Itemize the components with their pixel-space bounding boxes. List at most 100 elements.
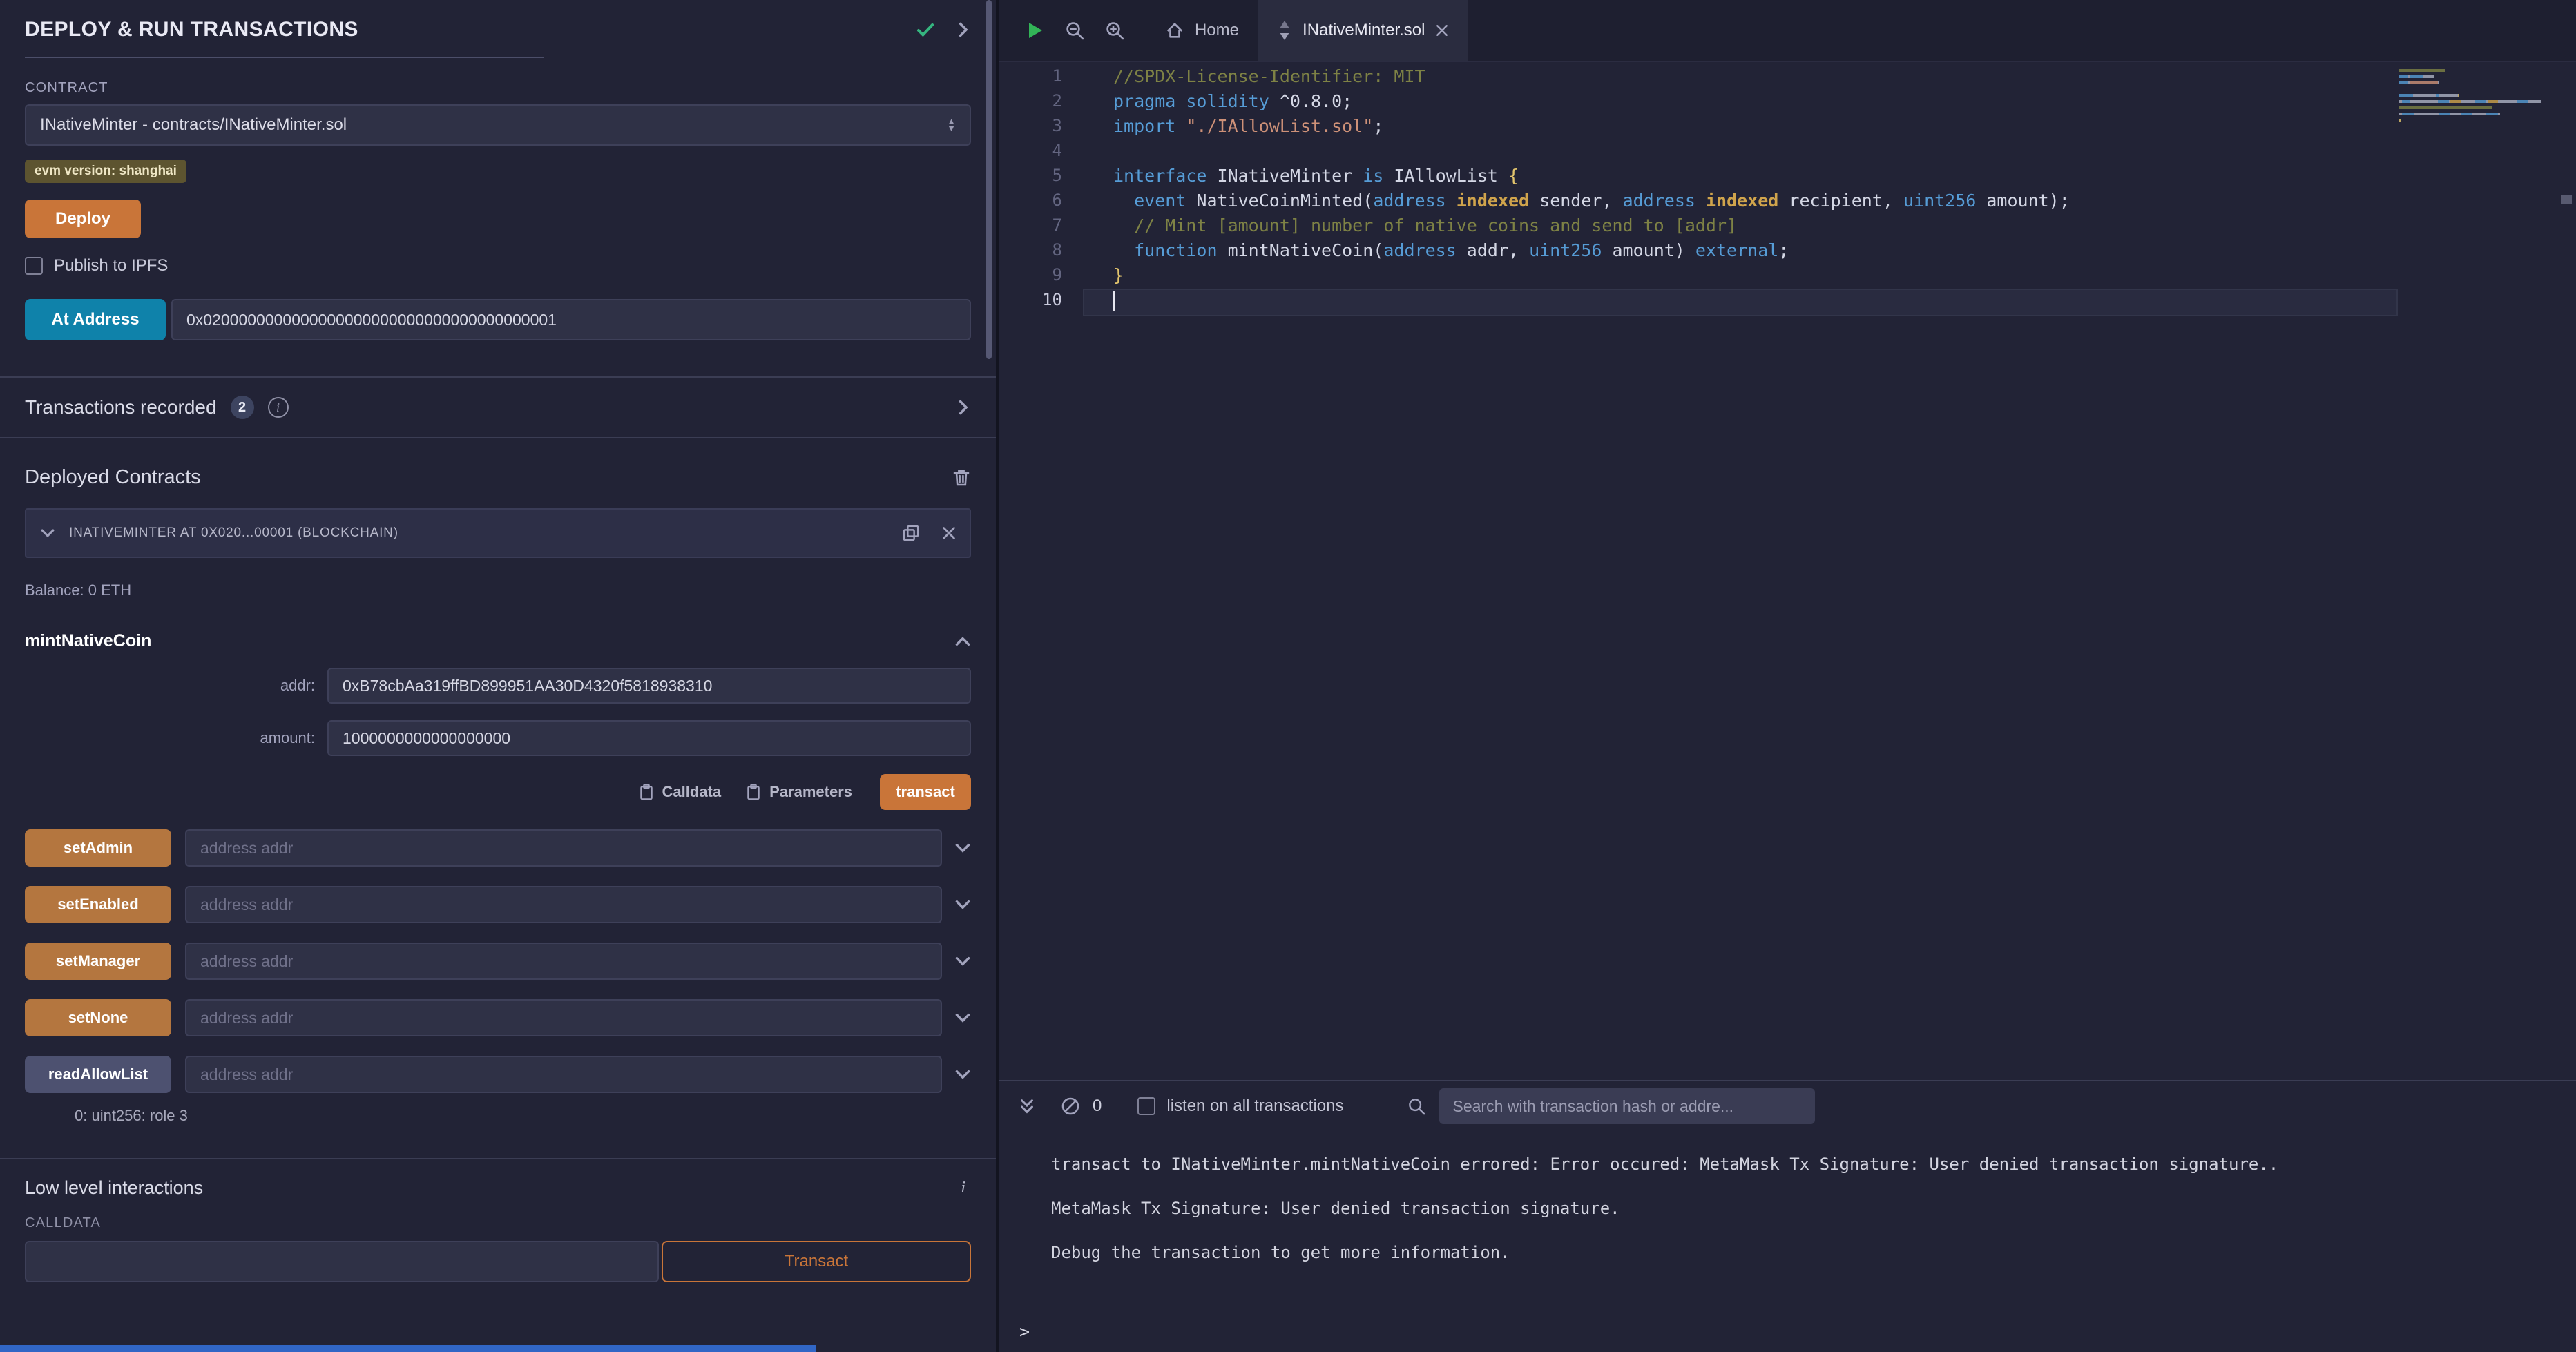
- terminal-log-line[interactable]: Debug the transaction to get more inform…: [1051, 1242, 2557, 1264]
- open-function-header[interactable]: mintNativeCoin: [25, 631, 971, 651]
- line-number: 5: [999, 166, 1084, 191]
- line-number: 10: [999, 290, 1084, 315]
- transactions-recorded-section[interactable]: Transactions recorded 2 i: [0, 376, 996, 438]
- code-line[interactable]: [1084, 290, 2396, 315]
- function-arg-input[interactable]: [185, 829, 942, 867]
- chevron-down-icon[interactable]: [954, 840, 971, 856]
- angle-double-down-icon[interactable]: [1018, 1097, 1036, 1115]
- instance-balance: Balance: 0 ETH: [25, 581, 971, 599]
- calldata-input[interactable]: [25, 1241, 659, 1282]
- chevron-right-icon[interactable]: [954, 399, 971, 416]
- chevron-up-icon[interactable]: [954, 633, 971, 650]
- function-actions-row: Calldata Parameters transact: [25, 774, 971, 810]
- param-label: amount:: [25, 729, 315, 747]
- chevron-down-icon[interactable]: [954, 1010, 971, 1026]
- circle-slash-icon[interactable]: [1061, 1097, 1080, 1116]
- publish-ipfs-row: Publish to IPFS: [25, 256, 971, 276]
- info-icon: i: [268, 397, 289, 418]
- deploy-button[interactable]: Deploy: [25, 200, 141, 238]
- info-icon: i: [961, 1179, 971, 1197]
- editor-gutter: 12345678910: [999, 66, 1084, 315]
- main-area: Home INativeMinter.sol 12345678910 //SPD…: [999, 0, 2576, 1352]
- line-number: 3: [999, 116, 1084, 141]
- clipboard-icon: [746, 784, 761, 800]
- panel-scrollbar-thumb[interactable]: [986, 0, 992, 359]
- tab-home[interactable]: Home: [1146, 0, 1258, 61]
- parameters-copy-action[interactable]: Parameters: [746, 783, 852, 801]
- editor-minimap[interactable]: [2399, 69, 2543, 131]
- code-line[interactable]: pragma solidity ^0.8.0;: [1084, 91, 2396, 116]
- function-arg-input[interactable]: [185, 886, 942, 923]
- low-level-transact-button[interactable]: Transact: [662, 1241, 971, 1282]
- run-script-play-icon[interactable]: [1026, 21, 1044, 40]
- param-input-addr[interactable]: [327, 668, 971, 704]
- function-row: setManager: [25, 943, 971, 980]
- trash-icon[interactable]: [952, 468, 971, 487]
- contract-label: CONTRACT: [25, 80, 971, 96]
- function-button[interactable]: setEnabled: [25, 886, 171, 923]
- code-line[interactable]: function mintNativeCoin(address addr, ui…: [1084, 240, 2396, 265]
- code-line[interactable]: import "./IAllowList.sol";: [1084, 116, 2396, 141]
- tab-home-label: Home: [1195, 21, 1239, 40]
- deployed-contracts-title: Deployed Contracts: [25, 466, 201, 489]
- code-line[interactable]: //SPDX-License-Identifier: MIT: [1084, 66, 2396, 91]
- code-line[interactable]: }: [1084, 265, 2396, 290]
- function-button[interactable]: setAdmin: [25, 829, 171, 867]
- code-line[interactable]: // Mint [amount] number of native coins …: [1084, 215, 2396, 240]
- chevron-right-icon[interactable]: [954, 21, 971, 38]
- panel-horizontal-scrollbar[interactable]: [0, 1345, 816, 1352]
- terminal-prompt[interactable]: >: [1019, 1322, 2576, 1342]
- zoom-in-icon[interactable]: [1105, 21, 1124, 40]
- instance-header[interactable]: INATIVEMINTER AT 0X020...00001 (BLOCKCHA…: [25, 508, 971, 558]
- publish-ipfs-checkbox[interactable]: [25, 257, 43, 275]
- param-row-amount: amount:: [25, 720, 971, 756]
- text-cursor: [1113, 291, 1115, 311]
- editor-scrollbar[interactable]: [2557, 62, 2576, 1080]
- chevron-down-icon[interactable]: [954, 953, 971, 969]
- function-arg-input[interactable]: [185, 1056, 942, 1093]
- terminal-search-input[interactable]: [1439, 1088, 1815, 1124]
- code-line[interactable]: interface INativeMinter is IAllowList {: [1084, 166, 2396, 191]
- evm-version-badge: evm version: shanghai: [25, 160, 186, 183]
- transact-button[interactable]: transact: [880, 774, 971, 810]
- code-line[interactable]: event NativeCoinMinted(address indexed s…: [1084, 191, 2396, 215]
- chevron-down-icon[interactable]: [954, 1066, 971, 1083]
- search-icon: [1407, 1097, 1425, 1115]
- function-button[interactable]: setNone: [25, 999, 171, 1036]
- line-number: 2: [999, 91, 1084, 116]
- function-list: setAdmin setEnabled setManager setNone r…: [25, 829, 971, 1093]
- remix-app: DEPLOY & RUN TRANSACTIONS CONTRACT INati…: [0, 0, 2576, 1352]
- at-address-button[interactable]: At Address: [25, 299, 166, 340]
- line-number: 4: [999, 141, 1084, 166]
- at-address-row: At Address: [25, 299, 971, 340]
- chevron-down-icon[interactable]: [40, 525, 55, 541]
- close-icon[interactable]: [1436, 24, 1448, 37]
- terminal-log-line[interactable]: transact to INativeMinter.mintNativeCoin…: [1051, 1153, 2557, 1175]
- line-number: 6: [999, 191, 1084, 215]
- calldata-copy-action[interactable]: Calldata: [639, 783, 722, 801]
- deployed-contracts-header: Deployed Contracts: [25, 466, 971, 489]
- copy-icon[interactable]: [902, 524, 920, 542]
- tab-inativeminter[interactable]: INativeMinter.sol: [1258, 0, 1468, 61]
- terminal-logs[interactable]: transact to INativeMinter.mintNativeCoin…: [999, 1131, 2576, 1286]
- contract-select[interactable]: INativeMinter - contracts/INativeMinter.…: [25, 104, 971, 146]
- function-button[interactable]: setManager: [25, 943, 171, 980]
- terminal: 0 listen on all transactions transact to…: [999, 1080, 2576, 1352]
- zoom-out-icon[interactable]: [1065, 21, 1084, 40]
- tab-inativeminter-label: INativeMinter.sol: [1303, 21, 1425, 40]
- param-input-amount[interactable]: [327, 720, 971, 756]
- line-number: 8: [999, 240, 1084, 265]
- function-button[interactable]: readAllowList: [25, 1056, 171, 1093]
- code-line[interactable]: [1084, 141, 2396, 166]
- transactions-count-badge: 2: [231, 396, 254, 419]
- at-address-input[interactable]: [171, 299, 971, 340]
- listen-transactions-checkbox[interactable]: [1137, 1097, 1155, 1115]
- close-icon[interactable]: [942, 526, 956, 540]
- title-underline: [25, 57, 544, 58]
- function-arg-input[interactable]: [185, 943, 942, 980]
- chevron-down-icon[interactable]: [954, 896, 971, 913]
- panel-header: DEPLOY & RUN TRANSACTIONS: [0, 0, 996, 58]
- terminal-log-line[interactable]: MetaMask Tx Signature: User denied trans…: [1051, 1197, 2557, 1219]
- function-arg-input[interactable]: [185, 999, 942, 1036]
- code-editor[interactable]: 12345678910 //SPDX-License-Identifier: M…: [999, 62, 2576, 1080]
